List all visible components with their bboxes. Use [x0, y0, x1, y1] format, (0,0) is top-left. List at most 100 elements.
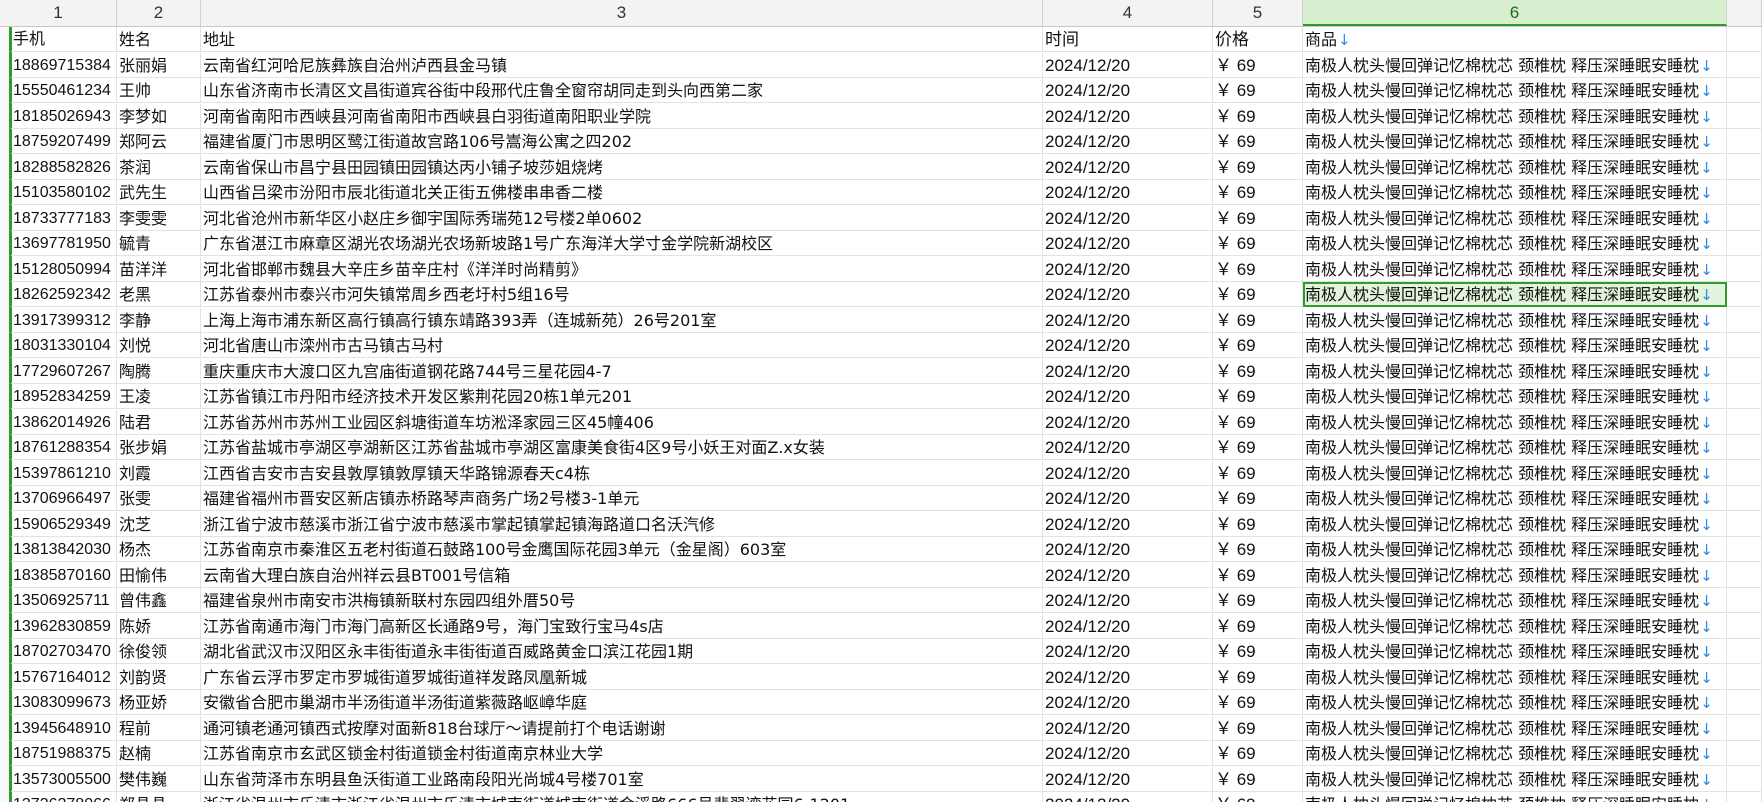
empty-cell[interactable] — [1727, 154, 1762, 180]
column-header-6[interactable]: 6 — [1303, 0, 1727, 26]
empty-cell[interactable] — [1727, 256, 1762, 282]
phone-cell[interactable]: 18751988375 — [11, 741, 117, 766]
phone-cell[interactable]: 13736378066 — [11, 792, 117, 802]
address-cell[interactable]: 江苏省南通市海门市海门高新区长通路9号，海门宝致行宝马4s店 — [201, 613, 1043, 639]
price-cell[interactable]: ￥ 69 — [1213, 129, 1303, 154]
product-cell[interactable]: 南极人枕头慢回弹记忆棉枕芯 颈椎枕 释压深睡眠安睡枕↓ — [1303, 358, 1727, 384]
column-header-4[interactable]: 4 — [1043, 0, 1213, 26]
product-cell[interactable]: 南极人枕头慢回弹记忆棉枕芯 颈椎枕 释压深睡眠安睡枕↓ — [1303, 588, 1727, 613]
time-cell[interactable]: 2024/12/20 — [1043, 333, 1213, 358]
phone-cell[interactable]: 18288582826 — [11, 154, 117, 180]
empty-cell[interactable] — [1727, 231, 1762, 256]
header-cell-phone[interactable]: 手机 — [11, 27, 117, 52]
empty-cell[interactable] — [1727, 690, 1762, 715]
header-cell-name[interactable]: 姓名 — [117, 27, 201, 52]
time-cell[interactable]: 2024/12/20 — [1043, 486, 1213, 511]
empty-cell[interactable] — [1727, 358, 1762, 384]
address-cell[interactable]: 福建省厦门市思明区鹭江街道故宫路106号嵩海公寓之四202 — [201, 129, 1043, 154]
name-cell[interactable]: 沈芝 — [117, 511, 201, 537]
time-cell[interactable]: 2024/12/20 — [1043, 792, 1213, 802]
time-cell[interactable]: 2024/12/20 — [1043, 78, 1213, 103]
product-cell[interactable]: 南极人枕头慢回弹记忆棉枕芯 颈椎枕 释压深睡眠安睡枕↓ — [1303, 639, 1727, 664]
time-cell[interactable]: 2024/12/20 — [1043, 358, 1213, 384]
phone-cell[interactable]: 18702703470 — [11, 639, 117, 664]
phone-cell[interactable]: 15103580102 — [11, 180, 117, 205]
price-cell[interactable]: ￥ 69 — [1213, 741, 1303, 766]
name-cell[interactable]: 刘韵贤 — [117, 664, 201, 690]
product-cell[interactable]: 南极人枕头慢回弹记忆棉枕芯 颈椎枕 释压深睡眠安睡枕↓ — [1303, 384, 1727, 409]
product-cell[interactable]: 南极人枕头慢回弹记忆棉枕芯 颈椎枕 释压深睡眠安睡枕↓ — [1303, 103, 1727, 129]
product-cell[interactable]: 南极人枕头慢回弹记忆棉枕芯 颈椎枕 释压深睡眠安睡枕↓ — [1303, 154, 1727, 180]
price-cell[interactable]: ￥ 69 — [1213, 562, 1303, 588]
product-cell[interactable]: 南极人枕头慢回弹记忆棉枕芯 颈椎枕 释压深睡眠安睡枕↓ — [1303, 664, 1727, 690]
address-cell[interactable]: 浙江省宁波市慈溪市浙江省宁波市慈溪市掌起镇掌起镇海路道口名沃汽修 — [201, 511, 1043, 537]
phone-cell[interactable]: 13917399312 — [11, 307, 117, 333]
address-cell[interactable]: 云南省大理白族自治州祥云县BT001号信箱 — [201, 562, 1043, 588]
product-cell[interactable]: 南极人枕头慢回弹记忆棉枕芯 颈椎枕 释压深睡眠安睡枕↓ — [1303, 256, 1727, 282]
empty-cell[interactable] — [1727, 129, 1762, 154]
product-cell[interactable]: 南极人枕头慢回弹记忆棉枕芯 颈椎枕 释压深睡眠安睡枕↓ — [1303, 129, 1727, 154]
product-cell[interactable]: 南极人枕头慢回弹记忆棉枕芯 颈椎枕 释压深睡眠安睡枕↓ — [1303, 409, 1727, 435]
phone-cell[interactable]: 18262592342 — [11, 282, 117, 307]
empty-cell[interactable] — [1727, 205, 1762, 231]
header-cell-address[interactable]: 地址 — [201, 27, 1043, 52]
empty-cell[interactable] — [1727, 435, 1762, 460]
time-cell[interactable]: 2024/12/20 — [1043, 690, 1213, 715]
empty-cell[interactable] — [1727, 78, 1762, 103]
empty-cell[interactable] — [1727, 639, 1762, 664]
empty-cell[interactable] — [1727, 384, 1762, 409]
name-cell[interactable]: 曾伟鑫 — [117, 588, 201, 613]
name-cell[interactable]: 王凌 — [117, 384, 201, 409]
price-cell[interactable]: ￥ 69 — [1213, 690, 1303, 715]
product-cell[interactable]: 南极人枕头慢回弹记忆棉枕芯 颈椎枕 释压深睡眠安睡枕↓ — [1303, 741, 1727, 766]
product-cell[interactable]: 南极人枕头慢回弹记忆棉枕芯 颈椎枕 释压深睡眠安睡枕↓ — [1303, 460, 1727, 486]
price-cell[interactable]: ￥ 69 — [1213, 333, 1303, 358]
product-cell[interactable]: 南极人枕头慢回弹记忆棉枕芯 颈椎枕 释压深睡眠安睡枕↓ — [1303, 690, 1727, 715]
header-cell-time[interactable]: 时间 — [1043, 27, 1213, 52]
price-cell[interactable]: ￥ 69 — [1213, 766, 1303, 792]
time-cell[interactable]: 2024/12/20 — [1043, 307, 1213, 333]
price-cell[interactable]: ￥ 69 — [1213, 715, 1303, 741]
name-cell[interactable]: 李雯雯 — [117, 205, 201, 231]
time-cell[interactable]: 2024/12/20 — [1043, 409, 1213, 435]
product-cell[interactable]: 南极人枕头慢回弹记忆棉枕芯 颈椎枕 释压深睡眠安睡枕↓ — [1303, 52, 1727, 78]
empty-cell[interactable] — [1727, 460, 1762, 486]
product-cell[interactable]: 南极人枕头慢回弹记忆棉枕芯 颈椎枕 释压深睡眠安睡枕↓ — [1303, 231, 1727, 256]
address-cell[interactable]: 河北省邯郸市魏县大辛庄乡苗辛庄村《洋洋时尚精剪》 — [201, 256, 1043, 282]
product-cell[interactable]: 南极人枕头慢回弹记忆棉枕芯 颈椎枕 释压深睡眠安睡枕↓ — [1303, 180, 1727, 205]
empty-cell[interactable] — [1727, 307, 1762, 333]
time-cell[interactable]: 2024/12/20 — [1043, 715, 1213, 741]
address-cell[interactable]: 江苏省苏州市苏州工业园区斜塘街道车坊淞泽家园三区45幢406 — [201, 409, 1043, 435]
phone-cell[interactable]: 13697781950 — [11, 231, 117, 256]
price-cell[interactable]: ￥ 69 — [1213, 52, 1303, 78]
column-header-7[interactable] — [1727, 0, 1762, 26]
phone-cell[interactable]: 15906529349 — [11, 511, 117, 537]
phone-cell[interactable]: 15397861210 — [11, 460, 117, 486]
name-cell[interactable]: 陶腾 — [117, 358, 201, 384]
product-cell[interactable]: 南极人枕头慢回弹记忆棉枕芯 颈椎枕 释压深睡眠安睡枕↓ — [1303, 792, 1727, 802]
phone-cell[interactable]: 13506925711 — [11, 588, 117, 613]
address-cell[interactable]: 江西省吉安市吉安县敦厚镇敦厚镇天华路锦源春天c4栋 — [201, 460, 1043, 486]
phone-cell[interactable]: 18185026943 — [11, 103, 117, 129]
empty-cell[interactable] — [1727, 613, 1762, 639]
price-cell[interactable]: ￥ 69 — [1213, 384, 1303, 409]
price-cell[interactable]: ￥ 69 — [1213, 358, 1303, 384]
price-cell[interactable]: ￥ 69 — [1213, 460, 1303, 486]
empty-cell[interactable] — [1727, 333, 1762, 358]
address-cell[interactable]: 河南省南阳市西峡县河南省南阳市西峡县白羽街道南阳职业学院 — [201, 103, 1043, 129]
time-cell[interactable]: 2024/12/20 — [1043, 180, 1213, 205]
phone-cell[interactable]: 15128050994 — [11, 256, 117, 282]
product-cell[interactable]: 南极人枕头慢回弹记忆棉枕芯 颈椎枕 释压深睡眠安睡枕↓ — [1303, 435, 1727, 460]
name-cell[interactable]: 赵楠 — [117, 741, 201, 766]
empty-cell[interactable] — [1727, 282, 1762, 307]
address-cell[interactable]: 上海上海市浦东新区高行镇高行镇东靖路393弄（连城新苑）26号201室 — [201, 307, 1043, 333]
name-cell[interactable]: 刘悦 — [117, 333, 201, 358]
price-cell[interactable]: ￥ 69 — [1213, 307, 1303, 333]
time-cell[interactable]: 2024/12/20 — [1043, 435, 1213, 460]
price-cell[interactable]: ￥ 69 — [1213, 231, 1303, 256]
product-cell[interactable]: 南极人枕头慢回弹记忆棉枕芯 颈椎枕 释压深睡眠安睡枕↓ — [1303, 537, 1727, 562]
phone-cell[interactable]: 13573005500 — [11, 766, 117, 792]
address-cell[interactable]: 江苏省盐城市亭湖区亭湖新区江苏省盐城市亭湖区富康美食街4区9号小妖王对面Z.x女… — [201, 435, 1043, 460]
empty-cell[interactable] — [1727, 486, 1762, 511]
name-cell[interactable]: 王帅 — [117, 78, 201, 103]
